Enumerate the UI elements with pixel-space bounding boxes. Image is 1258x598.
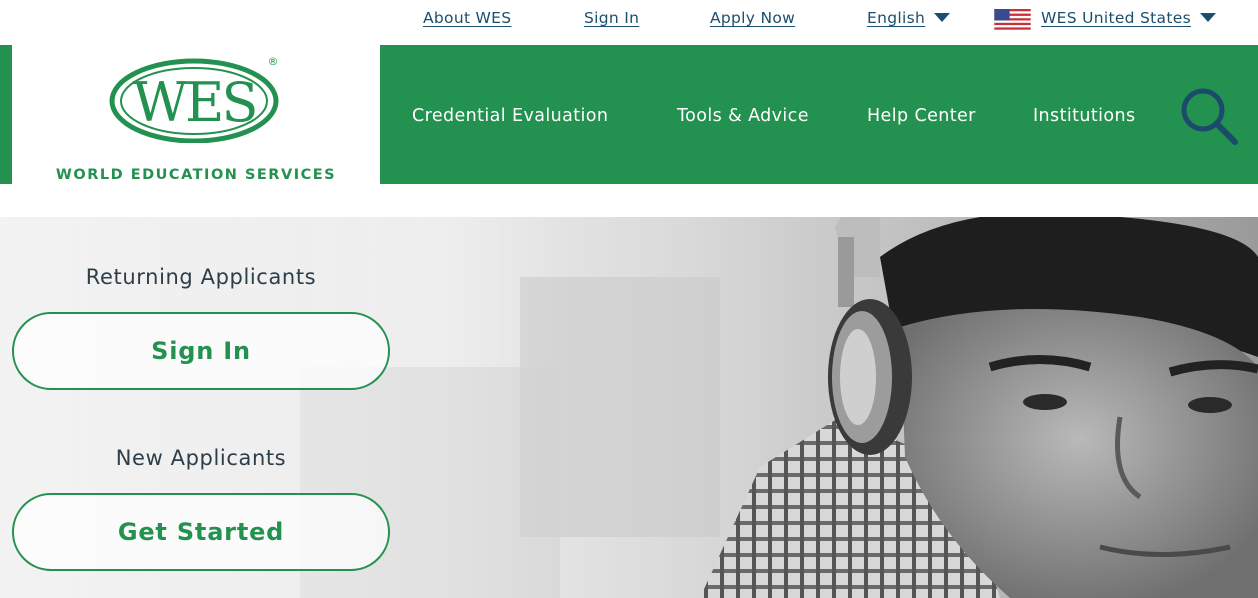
main-header: WES ® WORLD EDUCATION SERVICES Credentia… bbox=[0, 45, 1258, 184]
language-selector[interactable]: English bbox=[867, 9, 951, 27]
sign-in-link[interactable]: Sign In bbox=[584, 9, 639, 27]
chevron-down-icon bbox=[1199, 13, 1216, 22]
us-flag-icon bbox=[994, 9, 1031, 32]
about-wes-link[interactable]: About WES bbox=[423, 9, 511, 27]
sign-in-button[interactable]: Sign In bbox=[12, 312, 390, 390]
chevron-down-icon bbox=[934, 13, 951, 22]
returning-applicants-heading: Returning Applicants bbox=[85, 265, 317, 289]
utility-bar: About WES Sign In Apply Now English WES … bbox=[0, 0, 1258, 44]
logo[interactable]: WES ® WORLD EDUCATION SERVICES bbox=[12, 45, 380, 184]
apply-now-link[interactable]: Apply Now bbox=[710, 9, 795, 27]
wes-logo-mark: WES ® bbox=[109, 55, 279, 143]
language-label: English bbox=[867, 9, 926, 27]
new-applicants-heading: New Applicants bbox=[115, 446, 287, 470]
hero-section: Returning Applicants Sign In New Applica… bbox=[0, 217, 1258, 598]
logo-caption: WORLD EDUCATION SERVICES bbox=[55, 167, 337, 183]
region-label: WES United States bbox=[1041, 9, 1191, 27]
search-icon[interactable] bbox=[1178, 85, 1240, 147]
svg-text:WES: WES bbox=[133, 71, 256, 134]
nav-credential-evaluation[interactable]: Credential Evaluation bbox=[412, 106, 608, 126]
region-selector[interactable]: WES United States bbox=[1041, 9, 1216, 27]
nav-tools-advice[interactable]: Tools & Advice bbox=[677, 106, 809, 126]
get-started-button[interactable]: Get Started bbox=[12, 493, 390, 571]
svg-text:®: ® bbox=[268, 55, 279, 68]
nav-help-center[interactable]: Help Center bbox=[867, 106, 976, 126]
nav-institutions[interactable]: Institutions bbox=[1033, 106, 1136, 126]
